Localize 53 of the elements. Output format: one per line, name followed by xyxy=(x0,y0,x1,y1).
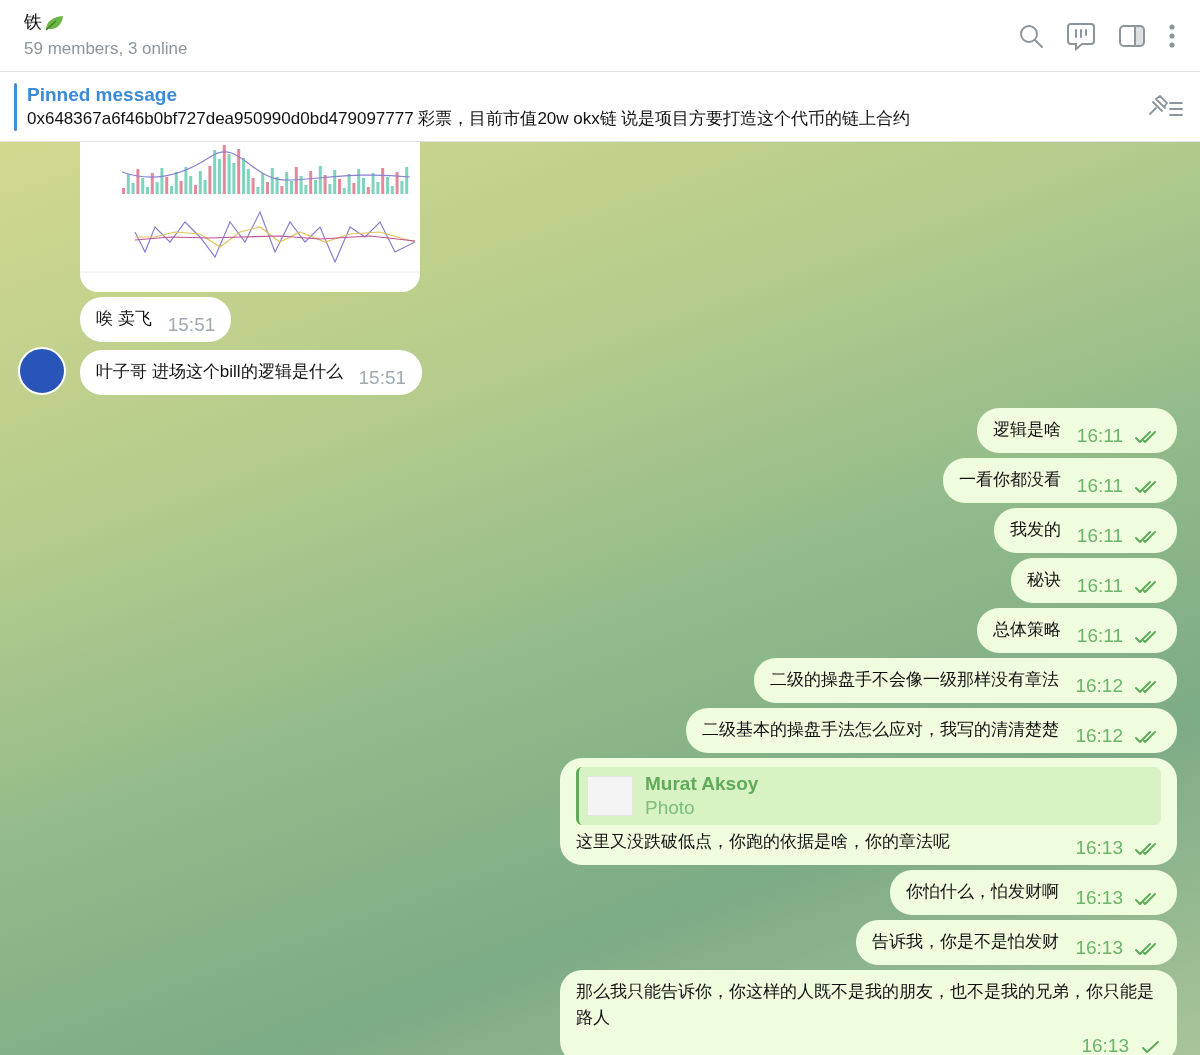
message-time: 16:12 xyxy=(1075,725,1123,747)
reply-preview: Photo xyxy=(645,796,696,820)
pinned-label: Pinned message xyxy=(27,82,178,107)
message-time: 16:11 xyxy=(1076,525,1123,547)
message-bubble[interactable]: 唉 卖飞 15:51 xyxy=(80,297,232,342)
message-bubble[interactable]: 你怕什么，怕发财啊 16:13 xyxy=(890,870,1177,915)
message-bubble[interactable]: Murat Aksoy Photo 这里又没跌破低点，你跑的依据是啥，你的章法呢 16:13 xyxy=(560,758,1177,865)
message-text: 逻辑是啥 xyxy=(992,419,1061,441)
message-bubble[interactable]: 我发的 16:11 xyxy=(993,508,1177,553)
message-bubble[interactable]: 逻辑是啥 16:11 xyxy=(976,408,1177,453)
message-bubble[interactable]: 二级基本的操盘手法怎么应对，我写的清清楚楚 16:12 xyxy=(686,708,1177,753)
chat-bubble-icon[interactable] xyxy=(1066,20,1096,51)
sidebar-icon[interactable] xyxy=(1118,23,1146,48)
message-text: 一看你都没看 xyxy=(958,469,1061,491)
message-text: 总体策略 xyxy=(992,619,1061,641)
message-time: 15:51 xyxy=(358,367,407,389)
chat-title: 铁 xyxy=(24,11,42,35)
message-time: 16:11 xyxy=(1076,575,1123,597)
leaf-icon xyxy=(44,13,64,32)
message-bubble[interactable]: 叶子哥 进场这个bill的逻辑是什么 15:51 xyxy=(80,350,423,395)
message-text: 二级的操盘手不会像一级那样没有章法 xyxy=(770,669,1060,691)
message-text: 你怕什么，怕发财啊 xyxy=(906,881,1060,903)
message-time: 16:11 xyxy=(1076,475,1123,497)
message-text: 叶子哥 进场这个bill的逻辑是什么 xyxy=(96,361,343,383)
search-icon[interactable] xyxy=(1018,22,1044,49)
message-bubble[interactable]: 二级的操盘手不会像一级那样没有章法 16:12 xyxy=(754,658,1177,703)
chart-photo[interactable] xyxy=(80,142,420,292)
pinned-text: 0x648367a6f46b0bf727dea950990d0bd479097777 彩票，目前市值20w okx链 说是项目方要打造这个代币的链上合约 xyxy=(27,107,912,130)
message-text: 那么我只能告诉你，你这样的人既不是我的朋友，也不是我的兄弟，你只能是路人 xyxy=(576,981,1155,1029)
member-count: 59 members, 3 online xyxy=(24,38,189,61)
message-time: 16:12 xyxy=(1075,675,1123,697)
message-time: 16:13 xyxy=(1075,887,1123,909)
message-text: 唉 卖飞 xyxy=(96,308,152,330)
message-text: 秘诀 xyxy=(1026,569,1061,591)
message-bubble[interactable]: 秘诀 16:11 xyxy=(1010,558,1177,603)
message-time: 16:13 xyxy=(1075,937,1123,959)
more-icon[interactable] xyxy=(1168,22,1176,49)
message-bubble[interactable]: 告诉我，你是不是怕发财 16:13 xyxy=(856,920,1177,965)
message-time: 16:13 xyxy=(1081,1035,1129,1055)
message-text: 二级基本的操盘手法怎么应对，我写的清清楚楚 xyxy=(702,719,1060,741)
message-text: 告诉我，你是不是怕发财 xyxy=(872,931,1060,953)
message-time: 16:13 xyxy=(1075,837,1123,859)
message-time: 16:11 xyxy=(1076,625,1123,647)
avatar[interactable] xyxy=(18,347,66,395)
photo-thumbnail xyxy=(587,776,633,816)
message-bubble[interactable]: 一看你都没看 16:11 xyxy=(942,458,1177,503)
message-text: 我发的 xyxy=(1009,519,1061,541)
message-bubble[interactable]: 那么我只能告诉你，你这样的人既不是我的朋友，也不是我的兄弟，你只能是路人 16:13 xyxy=(560,970,1177,1055)
reply-author: Murat Aksoy xyxy=(645,772,759,796)
message-bubble[interactable]: 总体策略 16:11 xyxy=(976,608,1177,653)
message-time: 16:11 xyxy=(1076,425,1123,447)
message-text: 这里又没跌破低点，你跑的依据是啥，你的章法呢 xyxy=(576,831,950,853)
message-time: 15:51 xyxy=(167,314,216,336)
